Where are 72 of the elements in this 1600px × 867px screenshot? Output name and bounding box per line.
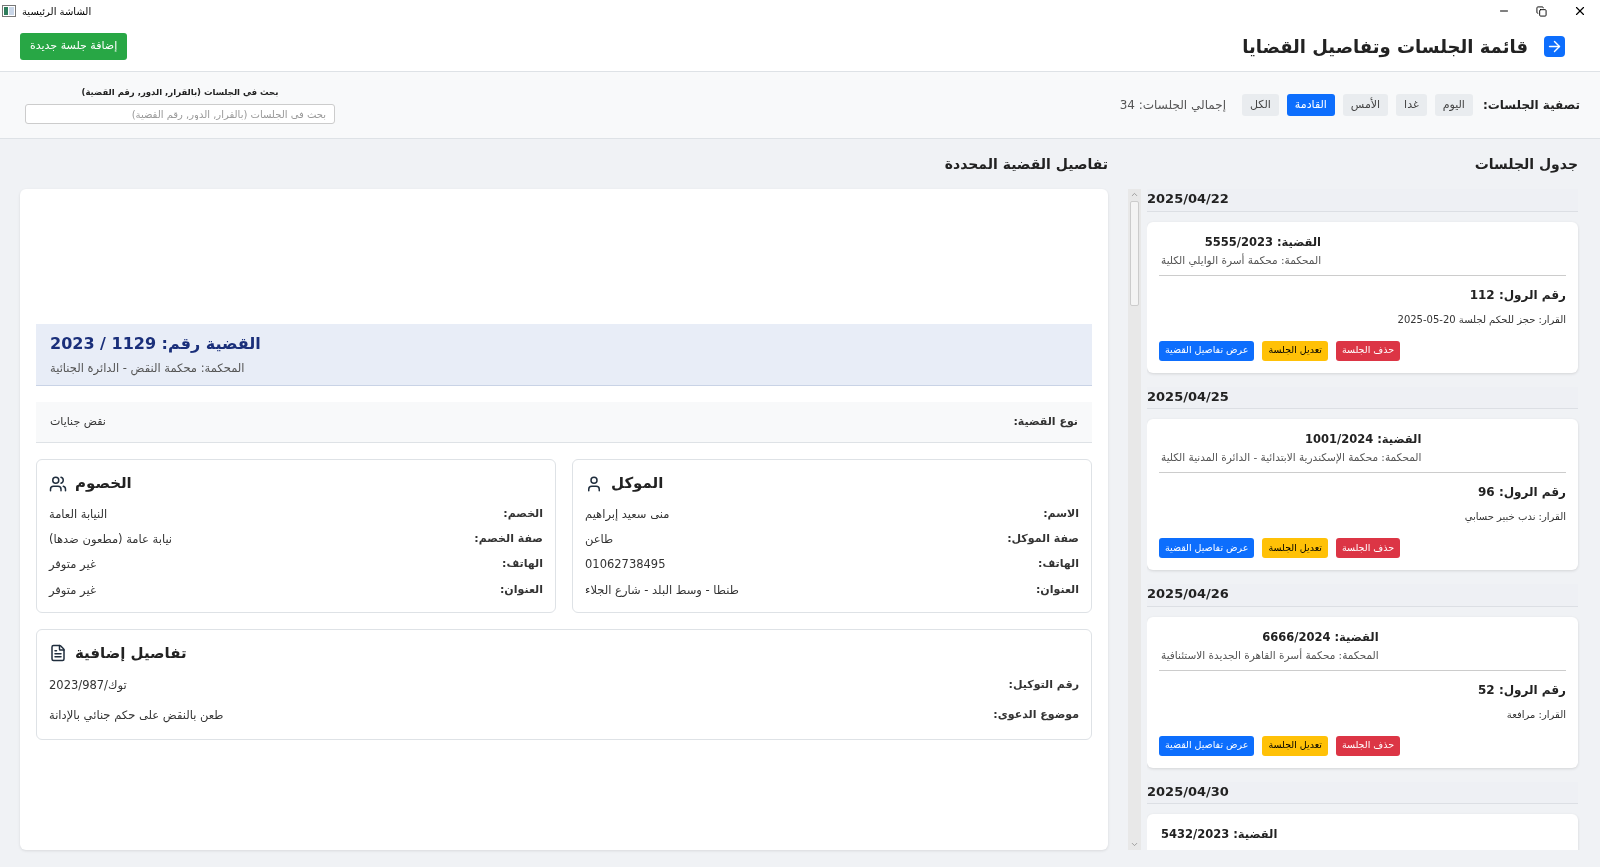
case-number: القضية: 1001/2024: [1305, 431, 1422, 448]
view-case-button[interactable]: عرض تفاصيل القضية: [1159, 538, 1255, 558]
decision-text: القرار: حجز للحكم لجلسة 20-05-2025: [1396, 312, 1566, 327]
filter-tab[interactable]: اليوم: [1434, 94, 1473, 116]
view-case-button[interactable]: عرض تفاصيل القضية: [1159, 340, 1255, 361]
card-title: الموكل: [611, 473, 664, 495]
search-field[interactable]: بحث في الجلسات (بالقرار, الدور, رقم القضية): [25, 104, 335, 125]
field-value: طنطا - وسط البلد - شارع الجلاء: [585, 581, 739, 599]
decision-text: القرار: مرافعة: [1505, 707, 1566, 722]
filter-tab[interactable]: الكل: [1242, 94, 1279, 116]
filter-tab[interactable]: غدا: [1396, 94, 1427, 116]
delete-session-button[interactable]: حذف الجلسة: [1335, 538, 1400, 558]
window-title: الشاشة الرئيسية: [22, 4, 92, 19]
section-title: تفاصيل القضية المحددة: [944, 154, 1108, 174]
field-label: الاسم:: [1043, 505, 1079, 522]
page-title: قائمة الجلسات وتفاصيل القضايا: [1242, 35, 1528, 60]
restore-icon[interactable]: [1536, 5, 1547, 17]
add-session-button[interactable]: إضافة جلسة جديدة: [20, 33, 128, 60]
card-title: الخصوم: [75, 473, 132, 495]
field-value: النيابة العامة: [49, 505, 108, 523]
field-label: صفة الخصم:: [474, 531, 543, 547]
case-number: القضية: 5555/2023: [1204, 233, 1322, 251]
field-value: نقض جنايات: [50, 414, 106, 430]
people-icon: [49, 474, 67, 493]
person-icon: [585, 474, 603, 493]
decision-text: القرار: ندب خبير حسابي: [1463, 510, 1566, 524]
roll-number: رقم الرول: 52: [1477, 681, 1566, 699]
court-name: المحكمة: محكمة أسرة القاهرة الجديدة الاستئنافية: [1161, 647, 1379, 664]
sessions-total: إجمالي الجلسات: 34: [1119, 97, 1226, 114]
close-icon[interactable]: [1573, 4, 1587, 18]
field-label: الهاتف:: [1038, 556, 1079, 573]
field-label: رقم التوكيل:: [1008, 677, 1079, 694]
edit-session-button[interactable]: تعديل الجلسة: [1262, 735, 1328, 756]
field-value: منى سعيد إبراهيم: [585, 505, 670, 523]
case-number: القضية: 6666/2024: [1262, 628, 1379, 646]
field-label: العنوان:: [499, 581, 543, 598]
field-value: نيابة عامة (مطعون ضدها): [49, 531, 173, 548]
field-label: الخصم:: [503, 505, 543, 522]
roll-number: رقم الرول: 112: [1468, 286, 1566, 304]
field-value: 01062738495: [585, 556, 666, 574]
case-number: القضية: 5432/2023: [1161, 826, 1278, 843]
court-name: المحكمة: محكمة أسرة الوايلي الكلية: [1161, 252, 1322, 269]
court-name: المحكمة: محكمة النقض - الدائرة الجنائية: [50, 360, 245, 378]
field-value: توك/2023/987: [49, 677, 127, 695]
filter-label: تصفية الجلسات:: [1482, 97, 1580, 114]
document-icon: [49, 644, 67, 662]
field-value: طعن بالنقض على حكم جنائي بالإدانة: [49, 706, 224, 724]
filter-tab[interactable]: القادمة: [1286, 94, 1335, 116]
field-value: غير متوفر: [49, 556, 96, 574]
section-title: جدول الجلسات: [1474, 154, 1578, 175]
field-label: نوع القضية:: [1013, 414, 1078, 430]
scroll-up-icon[interactable]: [1130, 190, 1139, 199]
field-label: الهاتف:: [502, 556, 543, 573]
card-title: تفاصيل إضافية: [75, 642, 187, 664]
field-label: صفة الموكل:: [1007, 531, 1079, 547]
field-value: طاعن: [585, 531, 614, 548]
edit-session-button[interactable]: تعديل الجلسة: [1262, 340, 1328, 361]
case-title: القضية رقم: 1129 / 2023: [50, 333, 261, 355]
field-label: موضوع الدعوى:: [993, 706, 1079, 723]
delete-session-button[interactable]: حذف الجلسة: [1335, 340, 1400, 361]
scrollbar[interactable]: [1128, 189, 1141, 850]
edit-session-button[interactable]: تعديل الجلسة: [1262, 538, 1328, 558]
scroll-down-icon[interactable]: [1130, 840, 1139, 849]
roll-number: رقم الرول: 96: [1477, 484, 1566, 501]
field-value: غير متوفر: [49, 581, 96, 599]
court-name: المحكمة: محكمة الإسكندرية الابتدائية - الدائرة المدنية الكلية: [1161, 450, 1422, 466]
filter-tab[interactable]: الأمس: [1342, 94, 1389, 116]
view-case-button[interactable]: عرض تفاصيل القضية: [1159, 735, 1255, 756]
delete-session-button[interactable]: حذف الجلسة: [1335, 735, 1400, 756]
field-label: العنوان:: [1035, 581, 1079, 598]
scroll-thumb[interactable]: [1130, 201, 1139, 306]
search-label: بحث في الجلسات (بالقرار, الدور, رقم القضية): [81, 85, 279, 99]
